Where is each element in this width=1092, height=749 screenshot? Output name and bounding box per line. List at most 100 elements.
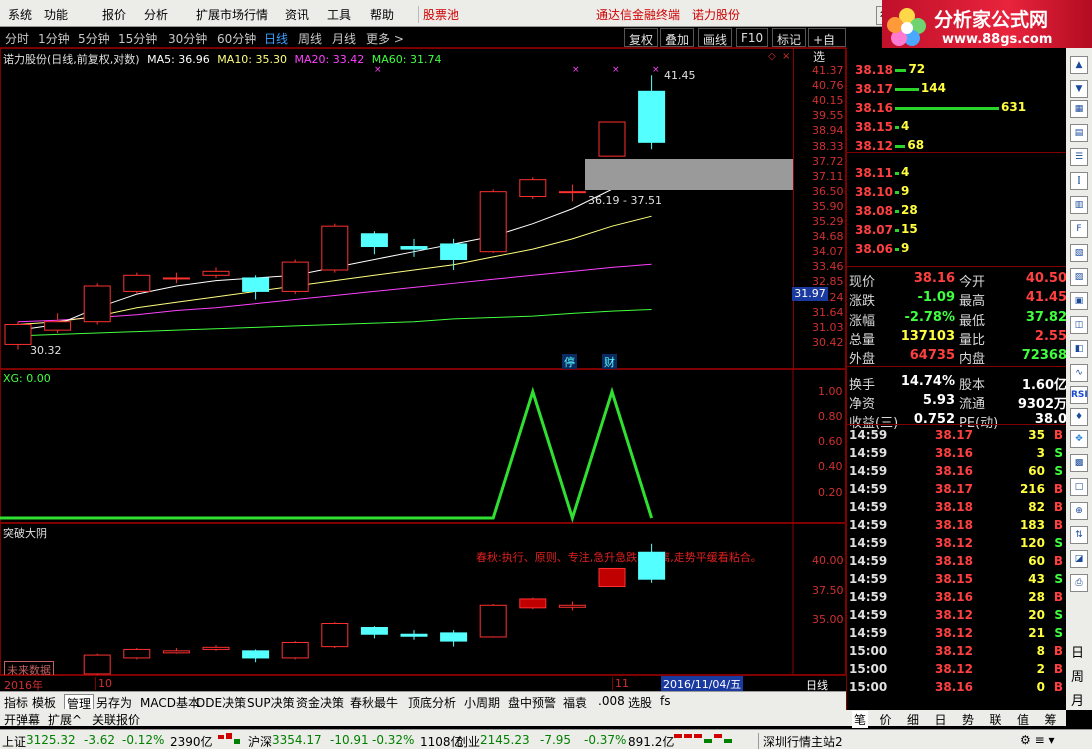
quote-tab[interactable]: 值 bbox=[1017, 711, 1029, 728]
candlestick-chart[interactable]: × × × × bbox=[0, 48, 846, 369]
period-5min[interactable]: 5分钟 bbox=[78, 30, 110, 47]
add-favorite-button[interactable]: +自选 bbox=[808, 28, 846, 64]
quote-tab[interactable]: 价 bbox=[880, 711, 892, 728]
xg-line-chart[interactable] bbox=[0, 369, 846, 523]
candle-body[interactable] bbox=[321, 225, 349, 271]
print-icon[interactable]: ⎙ bbox=[1070, 574, 1088, 592]
side-day-button[interactable]: 日 bbox=[1071, 642, 1084, 661]
quote-tab[interactable]: 筹 bbox=[1045, 711, 1057, 728]
scroll-up-icon[interactable]: ▲ bbox=[1070, 56, 1088, 74]
menu-extended-market[interactable]: 扩展市场行情 bbox=[196, 6, 268, 23]
orderbook-row[interactable]: 38.12 68 bbox=[847, 137, 1067, 156]
adjust-button[interactable]: 复权 bbox=[624, 28, 659, 47]
period-daily[interactable]: 日线 bbox=[264, 30, 288, 47]
orderbook-row[interactable]: 38.07 15 bbox=[847, 221, 1067, 240]
candle-body[interactable] bbox=[202, 270, 230, 276]
ind2-bar bbox=[242, 650, 270, 659]
sort-icon[interactable]: ⇅ bbox=[1070, 526, 1088, 544]
orderbook-row[interactable]: 38.15 4 bbox=[847, 118, 1067, 137]
trade-time: 15:00 bbox=[849, 680, 888, 694]
server-station[interactable]: 深圳行情主站2 bbox=[758, 733, 843, 749]
bar-icon[interactable]: ▥ bbox=[1070, 196, 1088, 214]
frame-icon[interactable]: □ bbox=[1070, 478, 1088, 496]
candle-body[interactable] bbox=[123, 274, 151, 292]
menu-tools[interactable]: 工具 bbox=[327, 6, 351, 23]
side-week-button[interactable]: 周 bbox=[1071, 666, 1084, 685]
orderbook-row[interactable]: 38.11 4 bbox=[847, 164, 1067, 183]
candle-body[interactable] bbox=[519, 179, 547, 198]
trade-volume: 21 bbox=[1028, 626, 1045, 640]
candle-body[interactable] bbox=[44, 321, 72, 331]
period-monthly[interactable]: 月线 bbox=[332, 30, 356, 47]
shield-icon[interactable]: ♦ bbox=[1070, 408, 1088, 426]
candle-icon[interactable]: ⫿ bbox=[1070, 172, 1088, 190]
side-month-button[interactable]: 月 bbox=[1071, 690, 1084, 709]
layout-icon[interactable]: ▨ bbox=[1070, 268, 1088, 286]
candle-body[interactable] bbox=[242, 277, 270, 292]
candle-body[interactable] bbox=[281, 261, 309, 292]
period-weekly[interactable]: 周线 bbox=[298, 30, 322, 47]
menu-help[interactable]: 帮助 bbox=[370, 6, 394, 23]
document-icon[interactable]: F bbox=[1070, 220, 1088, 238]
move-icon[interactable]: ✥ bbox=[1070, 430, 1088, 448]
candle-body[interactable] bbox=[440, 243, 468, 260]
menu-system[interactable]: 系统 bbox=[8, 6, 32, 23]
candle-body[interactable] bbox=[479, 191, 507, 253]
menu-analysis[interactable]: 分析 bbox=[144, 6, 168, 23]
orderbook-row[interactable]: 38.17 144 bbox=[847, 80, 1067, 99]
quote-tab[interactable]: 日 bbox=[935, 711, 947, 728]
close-chart-icon[interactable]: × bbox=[782, 51, 790, 62]
extra-tab[interactable]: 开弹幕 bbox=[4, 711, 40, 728]
quote-tab[interactable]: 笔 bbox=[852, 711, 869, 728]
breakout-chart[interactable] bbox=[0, 523, 846, 675]
orderbook-row[interactable]: 38.16 631 bbox=[847, 99, 1067, 118]
period-15min[interactable]: 15分钟 bbox=[118, 30, 157, 47]
f10-button[interactable]: F10 bbox=[736, 28, 769, 47]
indicator-tab[interactable]: .008 bbox=[598, 694, 625, 708]
extra-tab[interactable]: 扩展^ bbox=[48, 711, 82, 728]
wave-icon[interactable]: ∿ bbox=[1070, 364, 1088, 382]
orderbook-row[interactable]: 38.18 72 bbox=[847, 61, 1067, 80]
panel-icon[interactable]: ◫ bbox=[1070, 316, 1088, 334]
quote-tab[interactable]: 联 bbox=[990, 711, 1002, 728]
quote-tab[interactable]: 势 bbox=[962, 711, 974, 728]
menu-info[interactable]: 资讯 bbox=[285, 6, 309, 23]
quote-tab[interactable]: 细 bbox=[907, 711, 919, 728]
zoom-icon[interactable]: ⊕ bbox=[1070, 502, 1088, 520]
stock-pool-button[interactable]: 股票池 bbox=[418, 6, 459, 23]
chart-icon[interactable]: ▦ bbox=[1070, 100, 1088, 118]
orderbook-row[interactable]: 38.06 9 bbox=[847, 240, 1067, 259]
list-icon[interactable]: ☰ bbox=[1070, 148, 1088, 166]
candle-body[interactable] bbox=[558, 191, 586, 194]
menu-function[interactable]: 功能 bbox=[44, 6, 68, 23]
split-icon[interactable]: ◧ bbox=[1070, 340, 1088, 358]
rsi-icon[interactable]: RSI bbox=[1070, 386, 1088, 404]
extra-tab[interactable]: 关联报价 bbox=[92, 711, 140, 728]
period-60min[interactable]: 60分钟 bbox=[217, 30, 256, 47]
period-timeshare[interactable]: 分时 bbox=[5, 30, 29, 47]
candle-body[interactable] bbox=[360, 233, 388, 248]
scroll-down-icon[interactable]: ▼ bbox=[1070, 80, 1088, 98]
period-1min[interactable]: 1分钟 bbox=[38, 30, 70, 47]
candle-body[interactable] bbox=[400, 246, 428, 250]
candle-body[interactable] bbox=[162, 277, 190, 280]
mark-button[interactable]: 标记 bbox=[772, 28, 807, 47]
candle-body[interactable] bbox=[4, 324, 32, 345]
period-30min[interactable]: 30分钟 bbox=[168, 30, 207, 47]
candle-body[interactable] bbox=[598, 121, 626, 157]
tag-icon[interactable]: ◪ bbox=[1070, 550, 1088, 568]
draw-line-button[interactable]: 画线 bbox=[698, 28, 733, 47]
grid-icon[interactable]: ▤ bbox=[1070, 124, 1088, 142]
candle-body[interactable] bbox=[638, 90, 666, 143]
table-icon[interactable]: ▧ bbox=[1070, 244, 1088, 262]
orderbook-row[interactable]: 38.08 28 bbox=[847, 202, 1067, 221]
period-more[interactable]: 更多 > bbox=[366, 30, 404, 47]
candle-body[interactable] bbox=[83, 285, 111, 323]
overlay-button[interactable]: 叠加 bbox=[660, 28, 695, 47]
status-bar: 上证 3125.32 -3.62 -0.12% 2390亿 沪深 3354.17… bbox=[0, 729, 1092, 749]
indicator-tab[interactable]: fs bbox=[660, 694, 670, 708]
menu-quote[interactable]: 报价 bbox=[102, 6, 126, 23]
window-icon[interactable]: ▣ bbox=[1070, 292, 1088, 310]
layers-icon[interactable]: ▩ bbox=[1070, 454, 1088, 472]
orderbook-row[interactable]: 38.10 9 bbox=[847, 183, 1067, 202]
